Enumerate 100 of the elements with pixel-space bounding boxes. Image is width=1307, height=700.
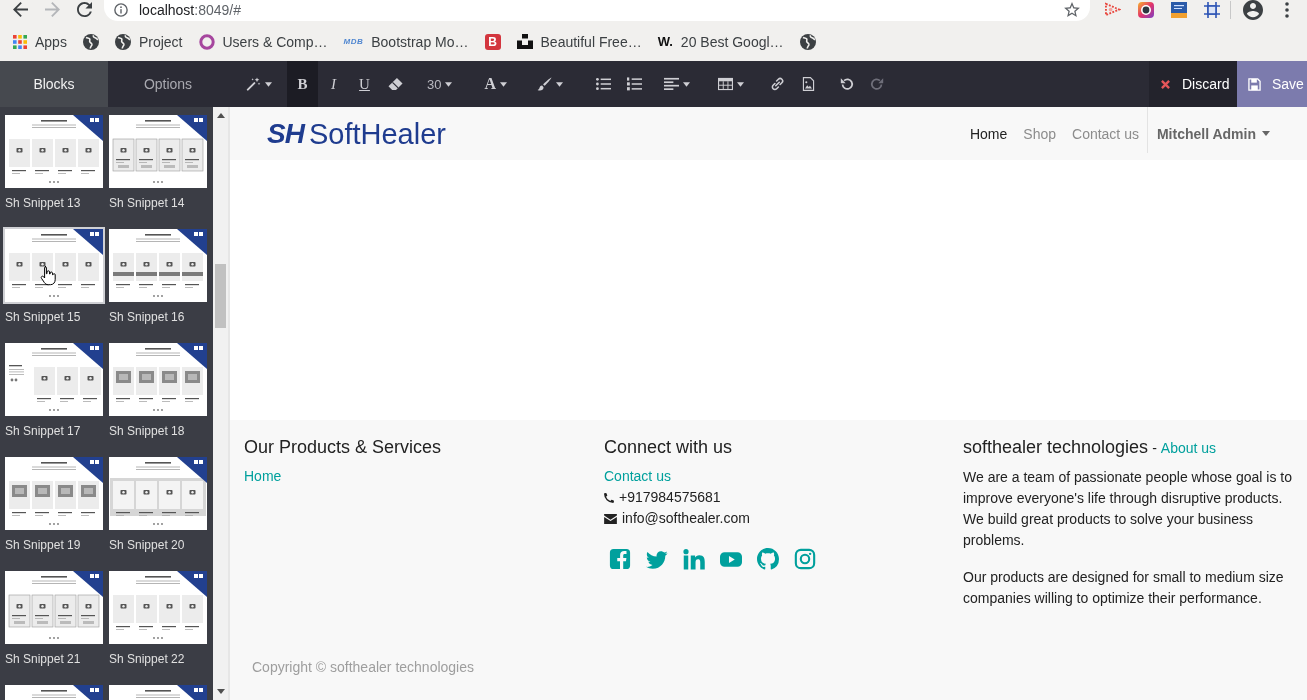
align-left-icon[interactable] — [664, 77, 680, 91]
favicon-logo[interactable]: B — [484, 33, 501, 50]
scroll-down-icon[interactable] — [216, 689, 225, 694]
document-tile-icon[interactable] — [1170, 1, 1187, 18]
bookmark-item[interactable]: Users & Comp… — [190, 27, 336, 56]
snippet-preview-drawing[interactable] — [109, 571, 207, 644]
font-size-dropdown[interactable]: 30 — [419, 61, 461, 107]
bookmark-item[interactable]: Beautiful Free… — [508, 27, 650, 56]
globe-icon[interactable] — [114, 33, 131, 50]
bookmark-item[interactable]: B — [476, 27, 509, 56]
linkedin-icon[interactable] — [683, 548, 705, 570]
snippet-preview-drawing[interactable] — [109, 229, 207, 302]
snippet-preview-drawing[interactable] — [109, 685, 207, 700]
caret-icon[interactable] — [500, 81, 508, 87]
footer-heading: Our Products & Services — [244, 436, 443, 458]
menu-icon[interactable] — [1285, 1, 1289, 18]
cross-icon[interactable] — [1161, 79, 1170, 89]
bookmark-item[interactable]: MDB Bootstrap Mo… — [335, 27, 477, 56]
snippet-preview-drawing[interactable] — [5, 229, 103, 302]
snippet-preview-drawing[interactable] — [109, 457, 207, 530]
numbered-list-icon[interactable] — [627, 77, 643, 91]
star-icon[interactable] — [1064, 2, 1080, 17]
footer-paragraph: We are a team of passionate people whose goal is to improve everyone's life through disruptive products. We build great products to solve your business problems. — [963, 468, 1293, 550]
footer-heading: softhealer technologies — [963, 436, 1149, 458]
email-address: info@softhealer.com — [622, 509, 750, 528]
phone-icon — [604, 492, 614, 503]
block-shapes-icon[interactable] — [516, 34, 533, 49]
youtube-icon[interactable] — [720, 550, 742, 568]
back-arrow-icon[interactable] — [12, 2, 28, 17]
caret-icon[interactable] — [556, 81, 564, 87]
save-icon[interactable] — [1248, 77, 1261, 91]
image-icon[interactable] — [801, 77, 817, 91]
snippet-preview-drawing[interactable] — [5, 343, 103, 416]
caret-icon[interactable] — [1262, 131, 1270, 136]
bookmark-item[interactable]: Project — [106, 27, 191, 56]
magic-wand-icon[interactable] — [246, 77, 261, 91]
globe-icon[interactable] — [799, 33, 816, 50]
phone-number: +917984575681 — [619, 488, 721, 507]
snippet-preview-drawing[interactable] — [109, 115, 207, 188]
eraser-icon[interactable] — [388, 77, 403, 91]
underline-button[interactable]: U — [349, 61, 380, 107]
snippet-label: Sh Snippet 16 — [109, 309, 186, 325]
snippet-label: Sh Snippet 22 — [109, 651, 186, 667]
undo-icon[interactable] — [839, 77, 855, 91]
nav-link[interactable]: Home — [961, 123, 1016, 144]
panel-tab[interactable]: Blocks — [0, 61, 108, 107]
apps-grid-icon[interactable] — [13, 34, 27, 49]
snippet-label: Sh Snippet 20 — [109, 537, 186, 553]
snippet-label: Sh Snippet 17 — [5, 423, 82, 439]
scrollbar-track[interactable] — [213, 107, 228, 700]
italic-button[interactable]: I — [318, 61, 349, 107]
bulleted-list-icon[interactable] — [596, 77, 612, 91]
github-icon[interactable] — [757, 548, 779, 570]
snippet-preview-drawing[interactable] — [109, 343, 207, 416]
caret-icon[interactable] — [445, 81, 453, 87]
reload-icon[interactable] — [76, 2, 92, 17]
logo-text[interactable]: SoftHealer — [308, 117, 446, 150]
frame-grid-icon[interactable] — [1203, 1, 1220, 18]
snippet-label: Sh Snippet 19 — [5, 537, 82, 553]
facebook-icon[interactable] — [609, 548, 631, 570]
globe-icon[interactable] — [82, 33, 99, 50]
twitter-icon[interactable] — [646, 549, 668, 569]
heading-separator: - — [1152, 439, 1157, 458]
address-bar[interactable]: localhost:8049/# — [104, 0, 1090, 21]
hand-cursor-icon — [40, 265, 56, 286]
snippet-preview-drawing[interactable] — [5, 457, 103, 530]
snippet-preview-drawing[interactable] — [5, 115, 103, 188]
account-icon[interactable] — [1243, 0, 1263, 20]
instagram-icon[interactable] — [794, 548, 816, 570]
font-color-dropdown[interactable]: A — [476, 61, 516, 107]
bold-button[interactable]: B — [287, 61, 318, 107]
caret-icon[interactable] — [737, 81, 745, 87]
ring-icon[interactable] — [198, 33, 215, 50]
scrollbar-thumb[interactable] — [215, 264, 226, 328]
footer-heading: Connect with us — [604, 436, 734, 458]
discard-button[interactable]: Discard — [1149, 61, 1237, 107]
logo-mark[interactable]: SH — [267, 118, 304, 149]
paintbrush-icon[interactable] — [537, 77, 553, 91]
save-button[interactable]: Save — [1237, 61, 1307, 107]
snippet-preview-drawing[interactable] — [5, 571, 103, 644]
bookmark-item[interactable]: W. 20 Best Googl… — [649, 27, 792, 56]
play-triangle-icon[interactable] — [1104, 2, 1121, 17]
snippet-label: Sh Snippet 21 — [5, 651, 82, 667]
snippet-label: Sh Snippet 15 — [5, 309, 82, 325]
snippet-label: Sh Snippet 13 — [5, 195, 82, 211]
camera-lens-icon[interactable] — [1137, 1, 1154, 18]
scroll-up-icon[interactable] — [216, 113, 225, 118]
favicon-logo[interactable]: W. — [657, 33, 673, 50]
snippet-preview-drawing[interactable] — [5, 685, 103, 700]
bookmark-item[interactable]: Apps — [5, 27, 75, 56]
caret-icon[interactable] — [265, 81, 272, 87]
link-icon[interactable] — [770, 77, 786, 91]
user-menu[interactable]: Mitchell Admin — [1147, 125, 1270, 142]
footer-paragraph: Our products are designed for small to medium size companies willing to optimize their performance. — [963, 568, 1285, 608]
info-icon[interactable] — [114, 2, 128, 17]
snippet-label: Sh Snippet 18 — [109, 423, 186, 439]
table-icon[interactable] — [718, 77, 734, 91]
copyright-text: Copyright © softhealer technologies — [251, 658, 475, 677]
caret-icon[interactable] — [683, 81, 691, 87]
envelope-icon — [604, 513, 617, 524]
